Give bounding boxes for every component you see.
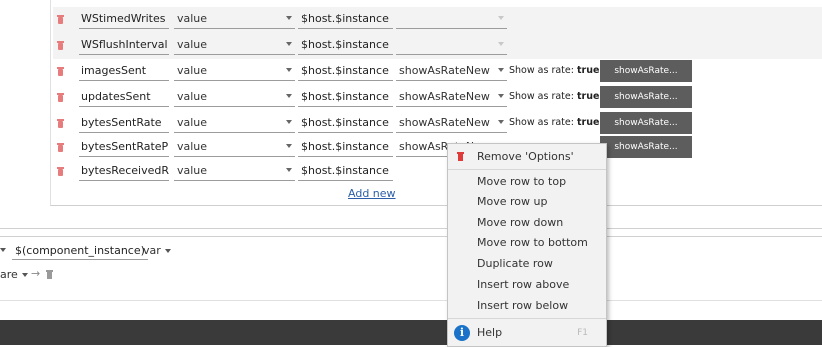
item-host-field[interactable]: $host.$instance [298,114,393,133]
show-as-rate-button[interactable]: showAsRate... [600,136,692,158]
trash-icon[interactable] [57,41,64,50]
trash-icon[interactable] [46,270,53,279]
compare-select[interactable]: are [0,267,28,283]
chevron-down-icon [286,94,292,98]
trash-icon[interactable] [57,143,64,152]
chevron-down-icon [286,144,292,148]
instance-field[interactable]: $(component_instance) [12,243,148,260]
rate-summary: Show as rate: true [509,65,600,76]
item-name-field[interactable]: updatesSent [79,88,169,107]
menu-item-insert-row-above[interactable]: Insert row above [448,275,606,295]
show-as-rate-button[interactable]: showAsRate... [600,86,692,108]
table-row: WSflushInterval value $host.$instance [53,33,822,59]
item-name-field[interactable]: imagesSent [79,62,169,81]
table-row: bytesReceivedRa value $host.$instance [53,159,822,185]
item-type-select[interactable]: value [174,162,295,181]
item-type-select[interactable]: value [174,88,295,107]
chevron-down-icon [498,42,504,46]
add-new-link[interactable]: Add new [348,187,396,200]
menu-item-move-row-to-bottom[interactable]: Move row to bottom [448,233,606,253]
item-option-select[interactable]: showAsRateNew [396,62,507,81]
context-menu: Remove 'Options' Move row to top Move ro… [447,143,607,347]
menu-item-move-row-down[interactable]: Move row down [448,213,606,233]
footer-bar [0,320,822,345]
item-name-field[interactable]: bytesSentRate [79,114,169,133]
chevron-down-icon [498,16,504,20]
info-icon: i [454,325,470,341]
menu-item-duplicate-row[interactable]: Duplicate row [448,254,606,274]
trash-icon[interactable] [57,67,64,76]
divider [0,300,822,301]
chevron-down-icon [286,120,292,124]
item-option-select[interactable] [396,36,507,55]
chevron-down-icon[interactable] [0,248,6,252]
trash-icon[interactable] [57,119,64,128]
item-host-field[interactable]: $host.$instance [298,36,393,55]
item-name-field[interactable]: WSflushInterval [79,36,169,55]
chevron-down-icon [498,94,504,98]
chevron-down-icon [164,249,171,253]
trash-icon [457,152,464,161]
item-host-field[interactable]: $host.$instance [298,62,393,81]
table-row: imagesSent value $host.$instance showAsR… [53,59,822,85]
instance-toolbar: $(component_instance) var [0,242,300,262]
table-row: bytesSentRate value $host.$instance show… [53,111,822,137]
chevron-down-icon [286,42,292,46]
chevron-down-icon [286,168,292,172]
item-option-select[interactable] [396,10,507,29]
item-host-field[interactable]: $host.$instance [298,138,393,157]
menu-item-move-row-to-top[interactable]: Move row to top [448,172,606,192]
trash-icon[interactable] [57,167,64,176]
table-row: bytesSentRatePU value $host.$instance sh… [53,135,822,161]
chevron-down-icon [498,120,504,124]
item-type-select[interactable]: value [174,36,295,55]
item-type-select[interactable]: value [174,114,295,133]
chevron-down-icon [21,273,28,277]
arrow-right-icon: → [31,267,41,280]
item-option-select[interactable]: showAsRateNew [396,114,507,133]
item-type-select[interactable]: value [174,138,295,157]
divider [0,236,822,237]
item-host-field[interactable]: $host.$instance [298,10,393,29]
menu-item-help[interactable]: i Help F1 [448,322,606,344]
rate-summary: Show as rate: true [509,117,600,128]
show-as-rate-button[interactable]: showAsRate... [600,60,692,82]
divider [0,228,822,229]
chevron-down-icon [286,68,292,72]
rate-summary: Show as rate: true [509,91,600,102]
menu-item-insert-row-below[interactable]: Insert row below [448,296,606,316]
item-type-select[interactable]: value [174,62,295,81]
menu-item-move-row-up[interactable]: Move row up [448,192,606,212]
item-name-field[interactable]: bytesSentRatePU [79,138,169,157]
chevron-down-icon [498,68,504,72]
item-type-select[interactable]: value [174,10,295,29]
compare-toolbar: are → [0,266,200,284]
menu-item-remove-options[interactable]: Remove 'Options' [448,147,606,167]
chevron-down-icon [286,16,292,20]
help-shortcut: F1 [577,328,588,338]
item-name-field[interactable]: WStimedWrites [79,10,169,29]
item-host-field[interactable]: $host.$instance [298,88,393,107]
item-name-field[interactable]: bytesReceivedRa [79,162,169,181]
show-as-rate-button[interactable]: showAsRate... [600,112,692,134]
item-option-select[interactable]: showAsRateNew [396,88,507,107]
table-row: updatesSent value $host.$instance showAs… [53,85,822,111]
menu-divider [448,169,606,170]
item-host-field[interactable]: $host.$instance [298,162,393,181]
trash-icon[interactable] [57,15,64,24]
table-row: WStimedWrites value $host.$instance [53,7,822,33]
var-select[interactable]: var [143,243,171,259]
trash-icon[interactable] [57,93,64,102]
menu-divider [448,318,606,319]
